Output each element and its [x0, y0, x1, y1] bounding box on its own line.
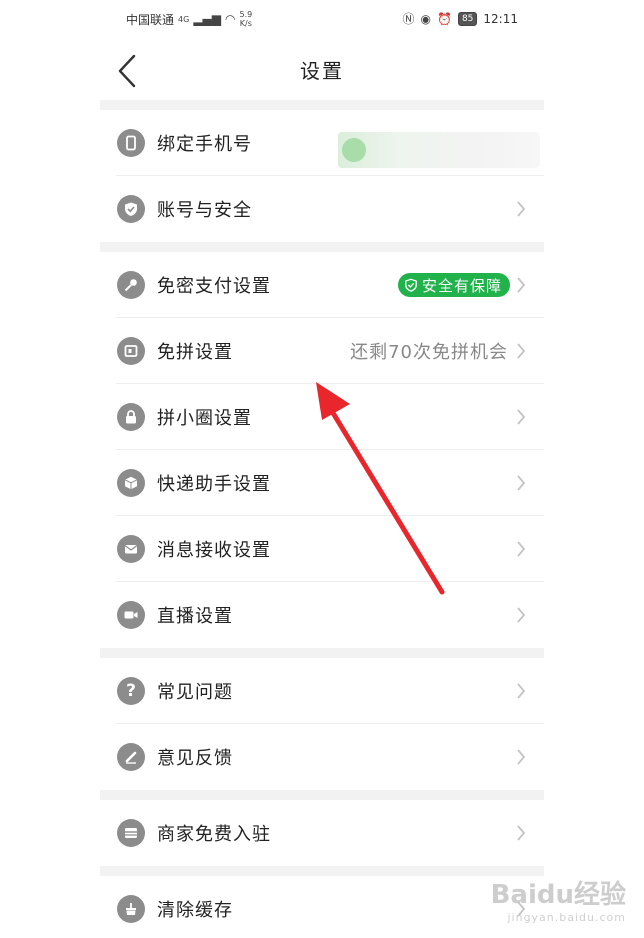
settings-item-label: 意见反馈	[157, 748, 233, 769]
settings-group-cache: 清除缓存	[100, 876, 544, 938]
settings-item-message[interactable]: 消息接收设置	[100, 516, 544, 582]
settings-item-faq[interactable]: ? 常见问题	[100, 658, 544, 724]
chevron-right-icon	[517, 825, 526, 841]
speed-unit: K/s	[239, 19, 252, 28]
settings-item-express-helper[interactable]: 快递助手设置	[100, 450, 544, 516]
key-icon	[117, 271, 145, 299]
chevron-right-icon	[517, 541, 526, 557]
settings-item-label: 常见问题	[157, 682, 233, 703]
settings-group-help: ? 常见问题 意见反馈	[100, 658, 544, 790]
settings-item-label: 快递助手设置	[157, 474, 271, 495]
network-speed: 5.9 K/s	[239, 10, 252, 28]
ticket-icon	[117, 337, 145, 365]
settings-item-label: 免拼设置	[157, 342, 233, 363]
chevron-right-icon	[517, 607, 526, 623]
package-icon	[117, 469, 145, 497]
network-type: 4G	[178, 14, 190, 24]
settings-item-account-security[interactable]: 账号与安全	[100, 176, 544, 242]
lock-icon	[117, 403, 145, 431]
settings-item-clear-cache[interactable]: 清除缓存	[100, 876, 544, 938]
masked-phone-number	[338, 132, 540, 168]
chevron-right-icon	[517, 343, 526, 359]
nfc-icon: Ⓝ	[402, 12, 415, 26]
chevron-right-icon	[517, 749, 526, 765]
phone-icon	[117, 129, 145, 157]
settings-item-bind-phone[interactable]: 绑定手机号	[100, 110, 544, 176]
broom-icon	[117, 895, 145, 923]
question-icon: ?	[117, 677, 145, 705]
shield-check-icon	[405, 278, 417, 292]
settings-group-features: 免密支付设置 安全有保障 免拼设置 还剩70次免拼机会 拼小圈设置 快递助手设置…	[100, 252, 544, 648]
chevron-right-icon	[517, 409, 526, 425]
eye-icon: ◉	[420, 11, 431, 26]
store-icon	[117, 819, 145, 847]
clock: 12:11	[483, 11, 518, 26]
settings-item-merchant-join[interactable]: 商家免费入驻	[100, 800, 544, 866]
settings-item-label: 直播设置	[157, 606, 233, 627]
settings-group-account: 绑定手机号 账号与安全	[100, 110, 544, 242]
settings-item-label: 商家免费入驻	[157, 824, 271, 845]
shield-icon	[117, 195, 145, 223]
settings-item-circle[interactable]: 拼小圈设置	[100, 384, 544, 450]
settings-item-label: 免密支付设置	[157, 276, 271, 297]
alarm-icon: ⏰	[437, 11, 452, 26]
settings-item-password-free-pay[interactable]: 免密支付设置 安全有保障	[100, 252, 544, 318]
status-left: 中国联通 4G ▂▄▆ ◠ 5.9 K/s	[126, 10, 252, 28]
camera-icon	[117, 601, 145, 629]
settings-item-label: 消息接收设置	[157, 540, 271, 561]
settings-item-live[interactable]: 直播设置	[100, 582, 544, 648]
settings-item-free-group[interactable]: 免拼设置 还剩70次免拼机会	[100, 318, 544, 384]
page-title: 设置	[300, 59, 344, 83]
chevron-right-icon	[517, 277, 526, 293]
chevron-right-icon	[517, 683, 526, 699]
pencil-icon	[117, 743, 145, 771]
mail-icon	[117, 535, 145, 563]
speed-value: 5.9	[239, 10, 253, 19]
security-badge: 安全有保障	[397, 273, 510, 297]
settings-item-label: 清除缓存	[157, 900, 233, 921]
settings-item-label: 账号与安全	[157, 200, 252, 221]
settings-item-label: 绑定手机号	[157, 134, 252, 155]
nav-bar: 设置	[100, 42, 544, 100]
free-group-remaining: 还剩70次免拼机会	[350, 342, 508, 363]
blurred-avatar	[342, 138, 366, 162]
chevron-right-icon	[517, 475, 526, 491]
watermark-brand: Baidu经验	[490, 880, 626, 910]
security-badge-label: 安全有保障	[421, 276, 502, 295]
watermark: Baidu经验 jingyan.baidu.com	[491, 874, 626, 924]
watermark-url: jingyan.baidu.com	[507, 911, 626, 924]
settings-item-feedback[interactable]: 意见反馈	[100, 724, 544, 790]
chevron-right-icon	[517, 201, 526, 217]
carrier-label: 中国联通	[126, 12, 175, 27]
settings-item-label: 拼小圈设置	[157, 408, 252, 429]
status-right: Ⓝ ◉ ⏰ 85 12:11	[402, 10, 518, 27]
phone-screen: 中国联通 4G ▂▄▆ ◠ 5.9 K/s Ⓝ ◉ ⏰ 85 12:11 设置	[100, 0, 544, 938]
wifi-icon: ◠	[225, 12, 236, 26]
settings-group-merchant: 商家免费入驻	[100, 800, 544, 866]
status-bar: 中国联通 4G ▂▄▆ ◠ 5.9 K/s Ⓝ ◉ ⏰ 85 12:11	[100, 0, 544, 42]
signal-icon: ▂▄▆	[193, 12, 221, 26]
battery-indicator: 85	[457, 11, 478, 26]
